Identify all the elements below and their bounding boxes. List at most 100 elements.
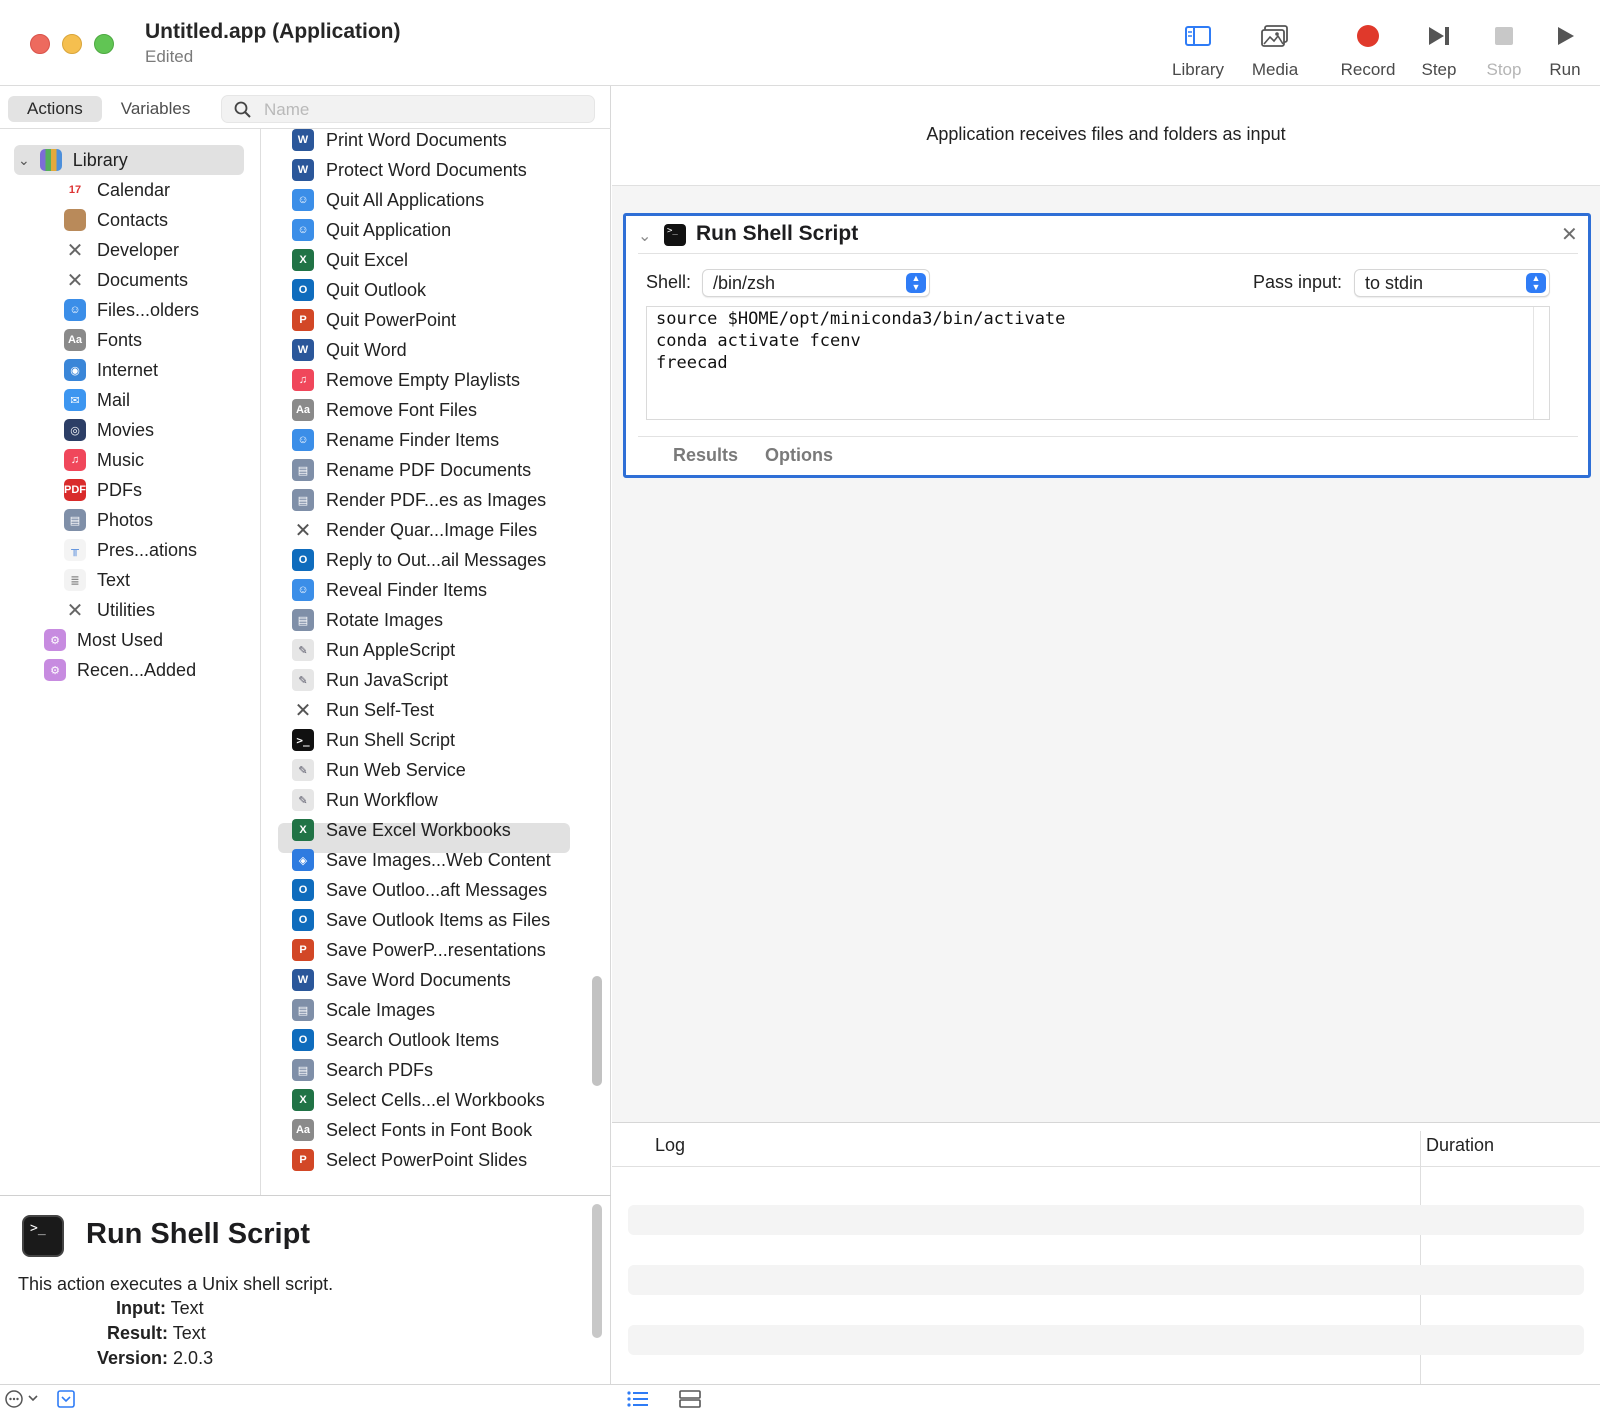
keynote-icon: ╥	[64, 539, 86, 561]
action-label: Save Images...Web Content	[326, 849, 551, 870]
media-toolbar-button[interactable]: Media	[1237, 18, 1313, 80]
library-category-item[interactable]: PDF PDFs	[64, 475, 142, 505]
outlook-icon: O	[292, 549, 314, 571]
library-category-item[interactable]: Contacts	[64, 205, 168, 235]
library-category-item[interactable]: 17 Calendar	[64, 175, 170, 205]
pass-input-select[interactable]: to stdin ▲ ▼	[1354, 269, 1550, 297]
outlook-icon: O	[292, 279, 314, 301]
action-label: Select Cells...el Workbooks	[326, 1089, 545, 1110]
more-options-icon[interactable]	[4, 1388, 42, 1415]
terminal-icon: >_	[292, 729, 314, 751]
action-list-item[interactable]: P Save PowerP...resentations	[292, 935, 546, 965]
action-list-item[interactable]: >_ Run Shell Script	[292, 725, 455, 755]
action-list-item[interactable]: ✕ Render Quar...Image Files	[292, 515, 538, 545]
step-toolbar-button[interactable]: Step	[1407, 18, 1471, 80]
close-icon[interactable]: ✕	[1561, 222, 1578, 247]
action-list-item[interactable]: ☺ Rename Finder Items	[292, 425, 499, 455]
action-list-item[interactable]: O Save Outlook Items as Files	[292, 905, 550, 935]
script-scrollbar[interactable]	[1533, 307, 1549, 419]
action-list-item[interactable]: O Save Outloo...aft Messages	[292, 875, 547, 905]
media-toolbar-label: Media	[1251, 60, 1299, 79]
action-list-item[interactable]: Aa Select Fonts in Font Book	[292, 1115, 532, 1145]
tab-actions[interactable]: Actions	[8, 96, 102, 122]
photos-icon	[1237, 18, 1313, 54]
library-category-item[interactable]: ✕ Developer	[64, 235, 179, 265]
log-column-header[interactable]: Log	[655, 1135, 685, 1156]
run-shell-script-action[interactable]: ⌄ >_ Run Shell Script ✕ Shell: /bin/zsh …	[623, 213, 1591, 478]
action-list-item[interactable]: ✎ Run Web Service	[292, 755, 466, 785]
action-list-item[interactable]: W Quit Word	[292, 335, 407, 365]
action-list-item[interactable]: X Save Excel Workbooks	[292, 815, 511, 845]
library-category-item[interactable]: ◉ Internet	[64, 355, 158, 385]
font-book-icon: Aa	[64, 329, 86, 351]
zoom-window-button[interactable]	[94, 34, 114, 54]
close-window-button[interactable]	[30, 34, 50, 54]
action-list-item[interactable]: P Select PowerPoint Slides	[292, 1145, 527, 1175]
action-list-item[interactable]: ✎ Run JavaScript	[292, 665, 448, 695]
shell-select[interactable]: /bin/zsh ▲ ▼	[702, 269, 930, 297]
action-list-item[interactable]: W Print Word Documents	[292, 129, 507, 155]
info-title: Run Shell Script	[86, 1218, 310, 1250]
word-icon: W	[292, 159, 314, 181]
library-category-item[interactable]: ✕ Documents	[64, 265, 188, 295]
stop-toolbar-button[interactable]: Stop	[1474, 18, 1534, 80]
tab-options[interactable]: Options	[765, 445, 833, 466]
tab-variables[interactable]: Variables	[102, 96, 210, 122]
smart-group-item[interactable]: ⚙ Most Used	[44, 625, 163, 655]
script-editor[interactable]: source $HOME/opt/miniconda3/bin/activate…	[646, 306, 1550, 420]
action-list-item[interactable]: O Reply to Out...ail Messages	[292, 545, 546, 575]
action-list-item[interactable]: Aa Remove Font Files	[292, 395, 477, 425]
log-row	[628, 1205, 1584, 1235]
library-category-item[interactable]: ▤ Photos	[64, 505, 153, 535]
action-list-item[interactable]: ▤ Search PDFs	[292, 1055, 433, 1085]
run-toolbar-button[interactable]: Run	[1536, 18, 1594, 80]
chevron-updown-icon: ▲ ▼	[906, 273, 926, 293]
chevron-down-icon: ⌄	[18, 151, 30, 168]
library-category-item[interactable]: ╥ Pres...ations	[64, 535, 197, 565]
library-toolbar-button[interactable]: Library	[1160, 18, 1236, 80]
library-category-item[interactable]: ✉ Mail	[64, 385, 130, 415]
search-input[interactable]: Name	[221, 95, 595, 123]
record-toolbar-button[interactable]: Record	[1330, 18, 1406, 80]
library-category-item[interactable]: Aa Fonts	[64, 325, 142, 355]
action-label: Quit PowerPoint	[326, 309, 457, 330]
action-list-item[interactable]: ✎ Run Workflow	[292, 785, 438, 815]
action-list-item[interactable]: ▤ Rotate Images	[292, 605, 443, 635]
action-list-item[interactable]: ☺ Quit Application	[292, 215, 451, 245]
description-toggle-icon[interactable]	[56, 1389, 76, 1414]
action-list-item[interactable]: ☺ Reveal Finder Items	[292, 575, 487, 605]
action-list-item[interactable]: ♫ Remove Empty Playlists	[292, 365, 520, 395]
action-list-item[interactable]: ▤ Scale Images	[292, 995, 435, 1025]
action-list-item[interactable]: ▤ Render PDF...es as Images	[292, 485, 546, 515]
info-scrollbar[interactable]	[592, 1204, 602, 1338]
smart-folder-icon: ⚙	[44, 629, 66, 651]
action-list-item[interactable]: ▤ Rename PDF Documents	[292, 455, 531, 485]
library-category-item[interactable]: ☺ Files...olders	[64, 295, 199, 325]
action-list-item[interactable]: ◈ Save Images...Web Content	[292, 845, 551, 875]
action-list-item[interactable]: ✕ Run Self-Test	[292, 695, 434, 725]
minimize-window-button[interactable]	[62, 34, 82, 54]
library-root-item[interactable]: ⌄ Library	[18, 145, 128, 175]
action-list-item[interactable]: P Quit PowerPoint	[292, 305, 456, 335]
tab-results[interactable]: Results	[673, 445, 738, 466]
library-category-item[interactable]: ◎ Movies	[64, 415, 154, 445]
library-category-item[interactable]: ✕ Utilities	[64, 595, 155, 625]
library-category-item[interactable]: ♫ Music	[64, 445, 144, 475]
action-list-item[interactable]: X Select Cells...el Workbooks	[292, 1085, 545, 1115]
duration-column-header: Duration	[1426, 1135, 1495, 1155]
chevron-updown-icon: ▲ ▼	[1526, 273, 1546, 293]
action-list-item[interactable]: O Quit Outlook	[292, 275, 426, 305]
action-list-item[interactable]: O Search Outlook Items	[292, 1025, 499, 1055]
action-list-item[interactable]: ✎ Run AppleScript	[292, 635, 455, 665]
action-list-item[interactable]: X Quit Excel	[292, 245, 408, 275]
pdf-icon: PDF	[64, 479, 86, 501]
action-list-item[interactable]: W Protect Word Documents	[292, 155, 527, 185]
action-list-item[interactable]: ☺ Quit All Applications	[292, 185, 484, 215]
action-list-item[interactable]: W Save Word Documents	[292, 965, 511, 995]
library-category-item[interactable]: ≣ Text	[64, 565, 130, 595]
log-list-icon[interactable]	[626, 1389, 650, 1414]
smart-group-item[interactable]: ⚙ Recen...Added	[44, 655, 196, 685]
actions-scrollbar[interactable]	[592, 976, 602, 1086]
chevron-down-icon[interactable]: ⌄	[638, 226, 651, 246]
variables-view-icon[interactable]	[678, 1389, 702, 1414]
